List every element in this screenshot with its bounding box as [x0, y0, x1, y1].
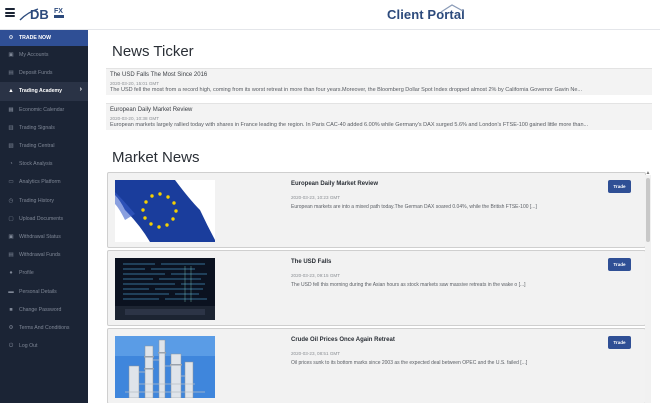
ticker-date: 2020-03-20, 10:38 GMT: [110, 116, 160, 121]
news-text: The USD fell this morning during the Asi…: [291, 282, 526, 288]
sidebar-item-label: My Accounts: [19, 52, 49, 59]
sidebar-item-label: Trading History: [19, 197, 54, 204]
sidebar-item-trading-signals[interactable]: ▥ Trading Signals: [0, 119, 88, 137]
news-title: Crude Oil Prices Once Again Retreat: [291, 337, 395, 343]
deposit-icon: ▤: [8, 70, 14, 77]
news-ticker-heading: News Ticker: [112, 43, 194, 60]
news-card[interactable]: Crude Oil Prices Once Again Retreat 2020…: [107, 328, 646, 403]
sidebar-item-label: Withdrawal Funds: [19, 252, 61, 259]
news-date: 2020-03-23, 10:23 GMT: [291, 195, 341, 200]
sidebar-item-label: Log Out: [19, 343, 38, 350]
ticker-title: The USD Falls The Most Since 2016: [110, 72, 208, 78]
news-text: European markets are into a mixed path t…: [291, 204, 537, 210]
history-icon: ◷: [8, 197, 14, 204]
sidebar-item-label: Personal Details: [19, 288, 57, 295]
gear-icon: ⚙: [8, 324, 14, 331]
sidebar-item-label: Analytics Platform: [19, 179, 61, 186]
power-icon: ⏻: [8, 342, 14, 349]
ticker-text: European markets largely rallied today w…: [110, 122, 589, 128]
hamburger-menu-icon[interactable]: [5, 8, 15, 17]
sidebar-item-label: Trading Signals: [19, 124, 55, 131]
user-icon: ●: [9, 270, 13, 277]
sidebar-item-label: Economic Calendar: [19, 106, 65, 113]
sidebar-item-trading-history[interactable]: ◷ Trading History: [0, 192, 88, 210]
sidebar-item-personal-details[interactable]: ▬ Personal Details: [0, 282, 88, 300]
wallet-icon: ▣: [8, 52, 14, 59]
sidebar: ⚙ TRADE NOW ▣ My Accounts ▤ Deposit Funds ▲…: [0, 30, 88, 403]
trade-button[interactable]: Trade: [608, 336, 631, 349]
chart-icon: ▧: [8, 143, 14, 150]
status-icon: ▣: [8, 233, 14, 240]
sidebar-item-log-out[interactable]: ⏻ Log Out: [0, 337, 88, 355]
sidebar-item-trading-academy[interactable]: ▲ Trading Academy ›: [0, 82, 88, 101]
gear-icon: ⚙: [8, 35, 14, 41]
sidebar-item-label: Trading Academy: [19, 88, 63, 95]
top-bar: DB FX Client Portal: [0, 0, 660, 30]
news-date: 2020-03-23, 08:51 GMT: [291, 351, 341, 356]
news-thumbnail-data-screen: [115, 258, 215, 320]
logo-text: DB: [30, 7, 49, 22]
sidebar-item-withdrawal-funds[interactable]: ▤ Withdrawal Funds: [0, 246, 88, 264]
sidebar-item-label: TRADE NOW: [19, 35, 51, 41]
news-card[interactable]: The USD Falls 2020-03-23, 09:15 GMT The …: [107, 250, 646, 326]
ticker-date: 2020-03-20, 15:01 GMT: [110, 81, 160, 86]
sidebar-item-label: Stock Analysis: [19, 161, 53, 168]
news-title: European Daily Market Review: [291, 181, 379, 187]
sidebar-item-trading-central[interactable]: ▧ Trading Central: [0, 137, 88, 155]
sidebar-item-label: Profile: [19, 270, 34, 277]
chevron-right-icon: ›: [79, 86, 82, 94]
calendar-icon: ▦: [8, 106, 14, 113]
sidebar-item-trade-now[interactable]: ⚙ TRADE NOW: [0, 30, 88, 46]
logo[interactable]: DB FX: [18, 3, 68, 25]
sidebar-item-upload-documents[interactable]: ▢ Upload Documents: [0, 210, 88, 228]
monitor-icon: ▭: [8, 179, 14, 186]
sidebar-item-economic-calendar[interactable]: ▦ Economic Calendar: [0, 101, 88, 119]
logo-suffix: FX: [54, 8, 63, 15]
withdraw-icon: ▤: [8, 252, 14, 259]
analysis-icon: ◔: [9, 161, 13, 168]
sidebar-item-label: Change Password: [19, 306, 62, 313]
signal-icon: ▥: [8, 124, 14, 131]
main-content: News Ticker The USD Falls The Most Since…: [88, 30, 660, 403]
sidebar-item-label: Withdrawal Status: [19, 233, 61, 240]
sidebar-item-label: Deposit Funds: [19, 70, 53, 77]
sidebar-item-analytics-platform[interactable]: ▭ Analytics Platform: [0, 173, 88, 191]
news-date: 2020-03-23, 09:15 GMT: [291, 273, 341, 278]
main-inner: News Ticker The USD Falls The Most Since…: [88, 30, 652, 403]
lock-icon: ■: [9, 306, 13, 313]
sidebar-item-change-password[interactable]: ■ Change Password: [0, 301, 88, 319]
ticker-item[interactable]: European Daily Market Review 2020-03-20,…: [106, 103, 652, 130]
sidebar-item-profile[interactable]: ● Profile: [0, 264, 88, 282]
graduation-cap-icon: ▲: [8, 88, 14, 95]
sidebar-item-label: Upload Documents: [19, 215, 64, 222]
market-news-heading: Market News: [112, 149, 200, 166]
news-title: The USD Falls: [291, 259, 332, 265]
news-card[interactable]: European Daily Market Review 2020-03-23,…: [107, 172, 646, 248]
sidebar-item-my-accounts[interactable]: ▣ My Accounts: [0, 46, 88, 64]
ticker-item[interactable]: The USD Falls The Most Since 2016 2020-0…: [106, 68, 652, 95]
id-card-icon: ▬: [8, 288, 14, 295]
sidebar-item-withdrawal-status[interactable]: ▣ Withdrawal Status: [0, 228, 88, 246]
trade-button[interactable]: Trade: [608, 180, 631, 193]
sidebar-item-terms[interactable]: ⚙ Terms And Conditions: [0, 319, 88, 337]
news-text: Oil prices sunk to its bottom marks sinc…: [291, 360, 528, 366]
trade-button[interactable]: Trade: [608, 258, 631, 271]
ticker-title: European Daily Market Review: [110, 107, 193, 113]
scrollbar-thumb[interactable]: [646, 178, 650, 242]
roof-icon: [440, 4, 464, 13]
news-thumbnail-oil-refinery: [115, 336, 215, 398]
sidebar-item-stock-analysis[interactable]: ◔ Stock Analysis: [0, 155, 88, 173]
sidebar-item-deposit-funds[interactable]: ▤ Deposit Funds: [0, 64, 88, 82]
sidebar-item-label: Terms And Conditions: [19, 324, 70, 331]
sidebar-item-label: Trading Central: [19, 143, 55, 150]
ticker-text: The USD fell the most from a record high…: [110, 87, 582, 93]
upload-icon: ▢: [8, 215, 14, 222]
news-thumbnail-eu-flag: [115, 180, 215, 242]
